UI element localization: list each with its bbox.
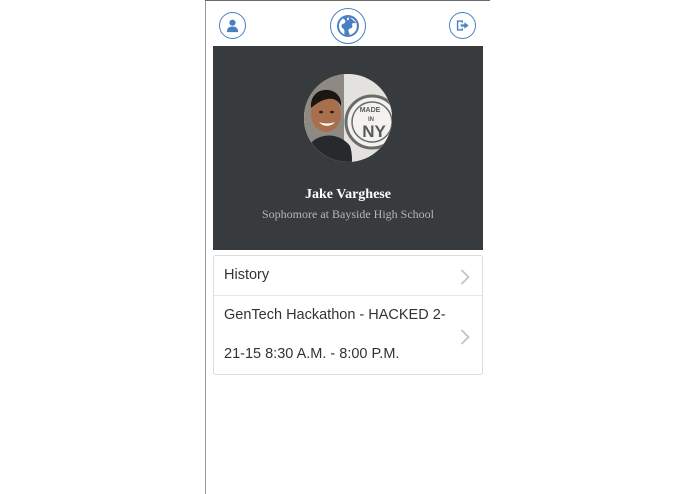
avatar: MADE IN NY [304,74,392,162]
profile-button[interactable] [219,12,246,39]
logout-icon [456,20,469,31]
svg-text:NY: NY [362,122,386,141]
explore-button[interactable] [330,8,366,44]
frame-border-top [205,0,490,1]
user-icon [226,19,239,33]
chevron-right-icon [460,269,470,285]
svg-text:MADE: MADE [360,107,381,114]
profile-subtitle: Sophomore at Bayside High School [262,207,434,221]
list-item-label: History [224,267,270,283]
profile-name: Jake Varghese [305,187,391,202]
list-item-label: GenTech Hackathon - HACKED 2-21-15 8:30 … [224,307,446,362]
list-item-event[interactable]: GenTech Hackathon - HACKED 2-21-15 8:30 … [214,296,482,374]
logout-button[interactable] [449,12,476,39]
avatar-photo: MADE IN NY [304,74,392,162]
list-item-history[interactable]: History [214,256,482,296]
frame-border-left [205,0,206,494]
app-screen: MADE IN NY Jake Varghese Sophomore at Ba… [0,0,695,494]
globe-icon [337,15,359,37]
profile-card: MADE IN NY Jake Varghese Sophomore at Ba… [213,46,483,250]
chevron-right-icon [460,329,470,345]
activity-list: History GenTech Hackathon - HACKED 2-21-… [213,255,483,375]
